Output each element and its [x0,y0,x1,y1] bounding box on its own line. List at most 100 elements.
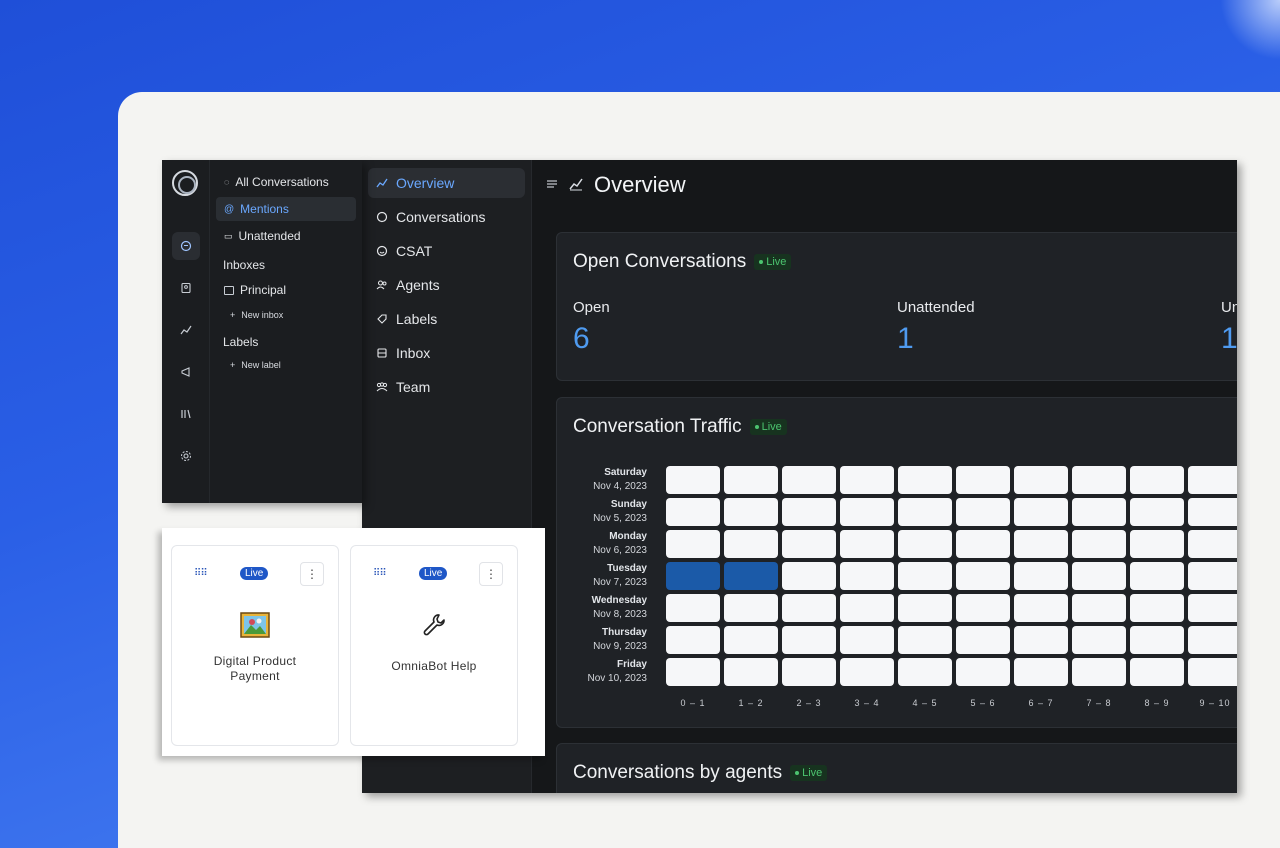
heatmap-cell[interactable] [956,658,1010,686]
menu-icon[interactable] [546,178,558,192]
heatmap-cell[interactable] [666,530,720,558]
nav-item-conversations[interactable]: Conversations [368,202,525,232]
heatmap-cell[interactable] [840,530,894,558]
heatmap-cell[interactable] [898,594,952,622]
heatmap-cell[interactable] [724,530,778,558]
heatmap-cell[interactable] [1188,658,1237,686]
heatmap-cell[interactable] [1014,466,1068,494]
page-header: Overview [532,160,1237,210]
heatmap-cell[interactable] [956,530,1010,558]
widget-card-digital-product-payment[interactable]: ⠿⠿ Live ⋮ Digital Product Payment [171,545,339,746]
filter-all-conversations[interactable]: ◌ All Conversations [216,170,356,194]
heatmap-cell[interactable] [724,626,778,654]
rail-reports[interactable] [172,316,200,344]
heatmap-cell[interactable] [724,658,778,686]
widget-card-omniabot-help[interactable]: ⠿⠿ Live ⋮ OmniaBot Help [350,545,518,746]
heatmap-cell[interactable] [1014,562,1068,590]
heatmap-cell[interactable] [840,498,894,526]
heatmap-cell[interactable] [1130,562,1184,590]
new-inbox-button[interactable]: + New inbox [210,305,362,325]
live-dot-icon [754,425,759,429]
heatmap-cell[interactable] [1188,498,1237,526]
heatmap-cell[interactable] [1072,530,1126,558]
heatmap-cell[interactable] [1072,466,1126,494]
nav-item-team[interactable]: Team [368,372,525,402]
drag-handle-icon[interactable]: ⠿⠿ [194,568,208,579]
heatmap-cell[interactable] [1014,594,1068,622]
nav-item-labels[interactable]: Labels [368,304,525,334]
heatmap-cell[interactable] [1072,498,1126,526]
heatmap-cell[interactable] [840,626,894,654]
heatmap-cell[interactable] [1072,562,1126,590]
heatmap-cell[interactable] [898,498,952,526]
heatmap-cell[interactable] [956,562,1010,590]
rail-conversations[interactable] [172,232,200,260]
heatmap-cell[interactable] [956,594,1010,622]
heatmap-cell[interactable] [956,466,1010,494]
heatmap-cell[interactable] [1014,530,1068,558]
heatmap-cell[interactable] [1014,498,1068,526]
heatmap-cell[interactable] [1130,530,1184,558]
heatmap-cell[interactable] [898,562,952,590]
heatmap-cell[interactable] [1188,594,1237,622]
heatmap-cell[interactable] [898,658,952,686]
filter-mentions[interactable]: @ Mentions [216,197,356,221]
heatmap-cell[interactable] [1130,466,1184,494]
heatmap-cell[interactable] [840,658,894,686]
logo-icon[interactable] [172,170,198,196]
nav-item-csat[interactable]: CSAT [368,236,525,266]
heatmap-cell[interactable] [724,594,778,622]
heatmap-cell[interactable] [782,466,836,494]
heatmap-cell[interactable] [956,498,1010,526]
rail-contacts[interactable] [172,274,200,302]
heatmap-cell[interactable] [1130,594,1184,622]
heatmap-cell[interactable] [898,530,952,558]
heatmap-cell[interactable] [666,498,720,526]
nav-item-inbox[interactable]: Inbox [368,338,525,368]
heatmap-cell[interactable] [724,466,778,494]
heatmap-cell[interactable] [1072,626,1126,654]
heatmap-cell[interactable] [782,594,836,622]
heatmap-cell[interactable] [782,562,836,590]
heatmap-cell[interactable] [724,498,778,526]
heatmap-cell[interactable] [1130,626,1184,654]
nav-item-agents[interactable]: Agents [368,270,525,300]
rail-settings[interactable] [172,442,200,470]
rail-campaigns[interactable] [172,358,200,386]
rail-library[interactable] [172,400,200,428]
heatmap-cell[interactable] [724,562,778,590]
heatmap-cell[interactable] [840,594,894,622]
heatmap-cell[interactable] [666,626,720,654]
heatmap-cell[interactable] [782,626,836,654]
more-options-button[interactable]: ⋮ [300,562,324,586]
heatmap-cell[interactable] [666,594,720,622]
heatmap-cell[interactable] [1014,626,1068,654]
nav-item-overview[interactable]: Overview [368,168,525,198]
heatmap-cell[interactable] [840,562,894,590]
live-badge: Live [790,765,828,781]
inbox-principal[interactable]: Principal [216,278,356,302]
drag-handle-icon[interactable]: ⠿⠿ [373,568,387,579]
new-label-button[interactable]: + New label [210,355,362,375]
heatmap-cell[interactable] [1188,530,1237,558]
heatmap-cell[interactable] [1072,594,1126,622]
heatmap-cell[interactable] [782,530,836,558]
heatmap-cell[interactable] [1130,498,1184,526]
heatmap-cell[interactable] [1130,658,1184,686]
heatmap-cell[interactable] [666,466,720,494]
filter-unattended[interactable]: ▭ Unattended [216,224,356,248]
heatmap-cell[interactable] [1188,626,1237,654]
more-options-button[interactable]: ⋮ [479,562,503,586]
heatmap-cell[interactable] [898,626,952,654]
heatmap-cell[interactable] [782,498,836,526]
heatmap-cell[interactable] [1188,466,1237,494]
heatmap-cell[interactable] [782,658,836,686]
heatmap-cell[interactable] [840,466,894,494]
heatmap-cell[interactable] [666,658,720,686]
heatmap-cell[interactable] [1188,562,1237,590]
heatmap-cell[interactable] [1072,658,1126,686]
heatmap-cell[interactable] [1014,658,1068,686]
heatmap-cell[interactable] [898,466,952,494]
heatmap-cell[interactable] [956,626,1010,654]
heatmap-cell[interactable] [666,562,720,590]
